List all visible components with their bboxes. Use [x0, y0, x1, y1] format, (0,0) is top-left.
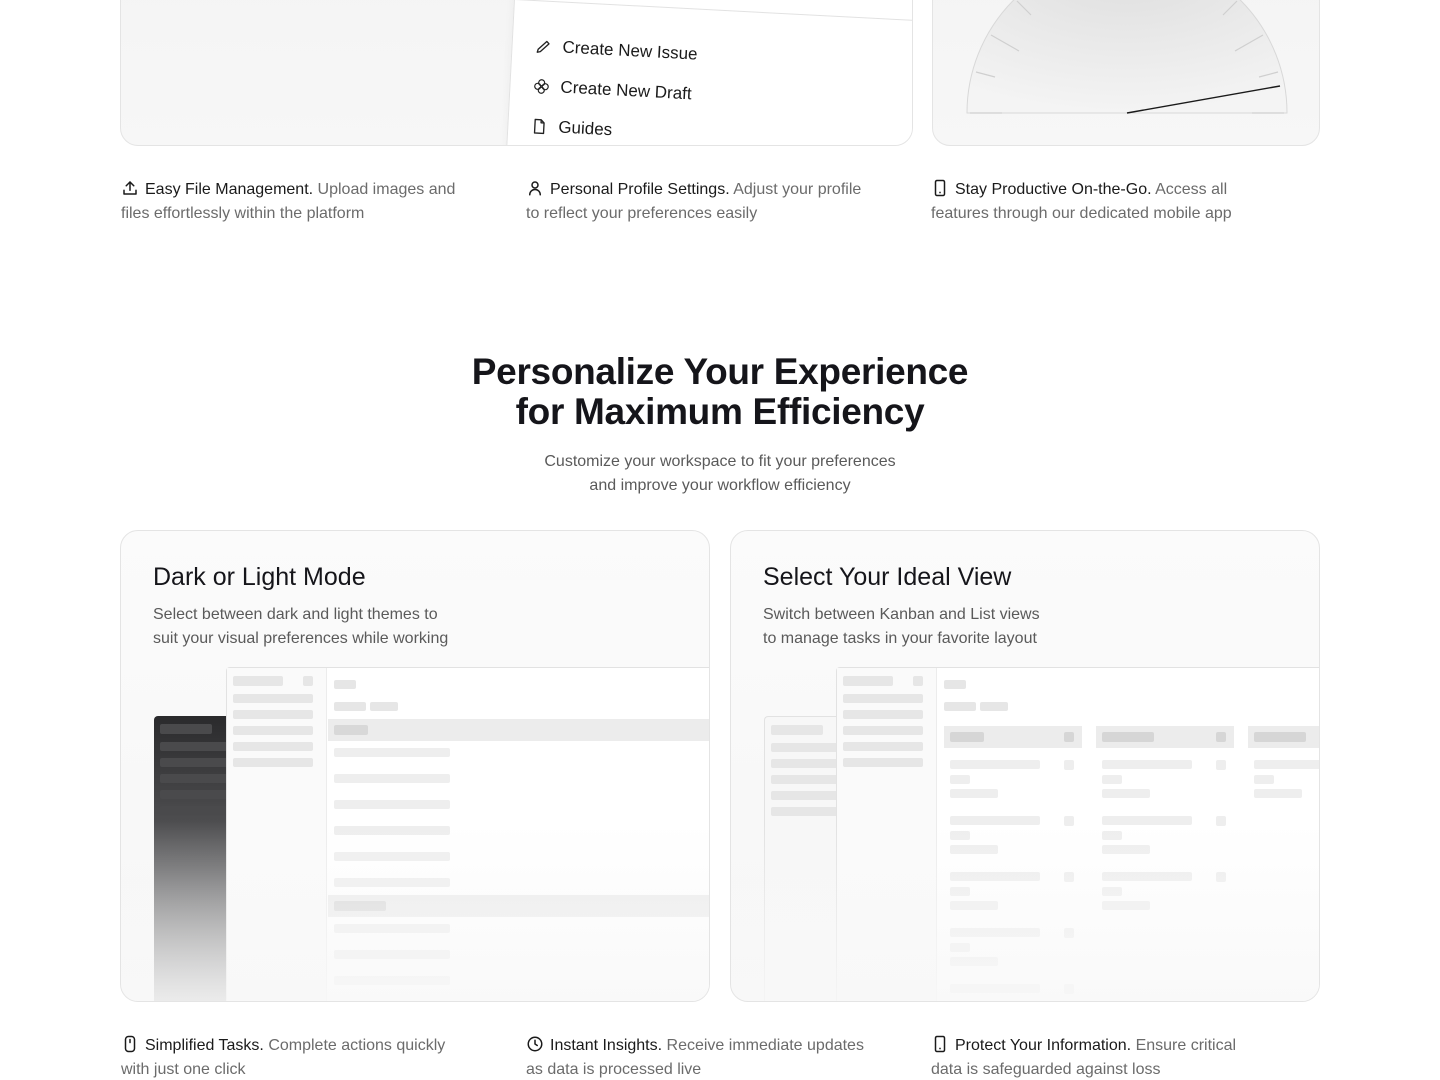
gauge-card: [932, 0, 1320, 146]
feature-title: Protect Your Information.: [955, 1037, 1132, 1054]
section-title-line1: Personalize Your Experience: [471, 351, 969, 392]
mockup-list-group-header: [328, 719, 709, 741]
mockup-sidebar: [227, 668, 327, 1001]
upload-icon: [123, 181, 137, 195]
user-icon: [529, 181, 541, 196]
card-description-line2: to manage tasks in your favorite layout: [763, 630, 1037, 647]
feature-instant-insights: Instant Insights. Receive immediate upda…: [526, 1034, 866, 1080]
mockup-sidebar: [837, 668, 937, 1001]
feature-file-management: Easy File Management. Upload images and …: [121, 178, 461, 226]
pencil-icon: [536, 40, 550, 53]
kanban-column: [1096, 726, 1234, 1001]
feature-profile-settings: Personal Profile Settings. Adjust your p…: [526, 178, 866, 226]
mouse-icon: [124, 1035, 136, 1053]
menu-item-create-issue[interactable]: Create New Issue: [534, 36, 698, 65]
feature-title: Stay Productive On-the-Go.: [955, 181, 1152, 198]
feature-title: Personal Profile Settings.: [550, 181, 730, 198]
feature-title: Easy File Management.: [145, 181, 314, 198]
card-description: Select between dark and light themes to …: [153, 603, 513, 651]
phone-icon: [934, 1035, 946, 1053]
kanban-column: [944, 726, 1082, 1001]
gauge-dial: [966, 0, 1288, 114]
menu-item-label: Create New Issue: [562, 37, 698, 64]
flower-icon: [534, 79, 549, 94]
card-description-line2: suit your visual preferences while worki…: [153, 630, 449, 647]
section-subtitle-line1: Customize your workspace to fit your pre…: [544, 453, 896, 470]
feature-title: Simplified Tasks.: [145, 1037, 264, 1054]
light-theme-mockup: [226, 667, 709, 1001]
menu-item-label: Create New Draft: [559, 77, 693, 104]
mockup-list-group-header: [328, 895, 709, 917]
feature-title: Instant Insights.: [550, 1037, 663, 1054]
feature-simplified-tasks: Simplified Tasks. Complete actions quick…: [121, 1034, 461, 1080]
kanban-view-mockup: [836, 667, 1319, 1001]
menu-item-create-draft[interactable]: Create New Draft: [532, 76, 692, 104]
command-menu-card: Create New Issue Create New Draft Guides: [120, 0, 913, 146]
ideal-view-card: Select Your Ideal View Switch between Ka…: [730, 530, 1320, 1002]
command-menu-divider: [514, 0, 912, 22]
card-title: Select Your Ideal View: [763, 563, 1012, 591]
phone-icon: [934, 179, 946, 197]
section-subtitle-line2: and improve your workflow efficiency: [589, 477, 851, 494]
card-description-line1: Switch between Kanban and List views: [763, 606, 1040, 623]
card-description: Switch between Kanban and List views to …: [763, 603, 1123, 651]
card-title: Dark or Light Mode: [153, 563, 366, 591]
section-subtitle: Customize your workspace to fit your pre…: [0, 450, 1440, 498]
command-menu-panel: Create New Issue Create New Draft Guides: [503, 0, 912, 145]
section-title: Personalize Your Experience for Maximum …: [0, 352, 1440, 432]
card-description-line1: Select between dark and light themes to: [153, 606, 438, 623]
document-icon: [533, 118, 545, 135]
menu-item-guides[interactable]: Guides: [530, 116, 613, 140]
kanban-column: [1248, 726, 1319, 1001]
clock-icon: [527, 1036, 543, 1052]
menu-item-label: Guides: [557, 117, 613, 140]
feature-protect-information: Protect Your Information. Ensure critica…: [931, 1034, 1271, 1080]
feature-mobile-app: Stay Productive On-the-Go. Access all fe…: [931, 178, 1271, 226]
section-title-line2: for Maximum Efficiency: [515, 391, 925, 432]
dark-light-mode-card: Dark or Light Mode Select between dark a…: [120, 530, 710, 1002]
